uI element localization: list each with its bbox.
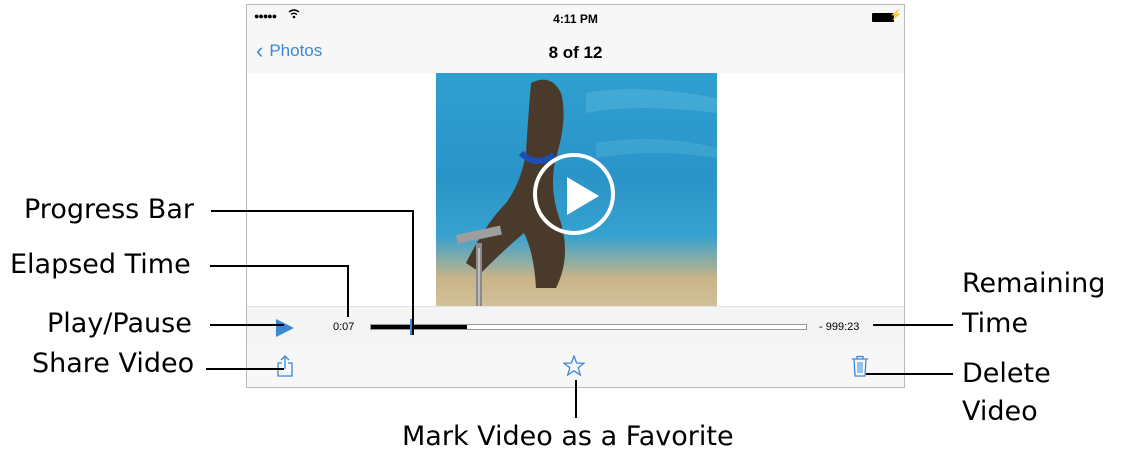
callout-delete-video-line1: Delete — [962, 358, 1051, 389]
leader-line — [575, 380, 577, 418]
leader-line — [211, 210, 414, 212]
play-icon — [567, 177, 599, 215]
leader-line — [206, 368, 284, 370]
remaining-time: - 999:23 — [819, 321, 860, 333]
callout-remaining-time-line2: Time — [962, 308, 1029, 339]
leader-line — [873, 324, 953, 326]
playback-controls: 0:07 - 999:23 — [247, 306, 904, 345]
video-thumbnail[interactable] — [436, 73, 717, 306]
star-icon[interactable] — [563, 355, 585, 377]
play-overlay-button[interactable] — [533, 153, 615, 235]
callout-share-video: Share Video — [32, 348, 195, 379]
page-title: 8 of 12 — [548, 43, 603, 62]
leader-line — [412, 210, 414, 335]
share-icon[interactable] — [276, 355, 294, 377]
status-time: 4:11 PM — [553, 12, 598, 26]
charging-icon: ⚡ — [889, 10, 902, 21]
callout-elapsed-time: Elapsed Time — [10, 249, 191, 280]
progress-fill — [371, 325, 467, 329]
phone-screen: ●●●●● 4:11 PM ⚡ ‹ Photos 8 of 12 0:07 - … — [246, 4, 905, 388]
callout-delete-video-line2: Video — [962, 396, 1038, 427]
leader-line — [210, 324, 284, 326]
status-bar: ●●●●● 4:11 PM ⚡ — [247, 5, 904, 31]
elapsed-time: 0:07 — [333, 321, 355, 333]
callout-play-pause: Play/Pause — [47, 308, 192, 339]
callout-progress-bar: Progress Bar — [24, 194, 194, 225]
leader-line — [866, 373, 953, 375]
play-pause-button[interactable] — [276, 319, 294, 337]
leader-line — [210, 265, 349, 267]
progress-bar[interactable] — [370, 319, 807, 335]
media-area — [247, 73, 904, 306]
callout-mark-favorite: Mark Video as a Favorite — [402, 421, 734, 452]
navigation-bar: ‹ Photos 8 of 12 — [247, 31, 904, 73]
leader-line — [347, 265, 349, 317]
callout-remaining-time-line1: Remaining — [962, 268, 1106, 299]
